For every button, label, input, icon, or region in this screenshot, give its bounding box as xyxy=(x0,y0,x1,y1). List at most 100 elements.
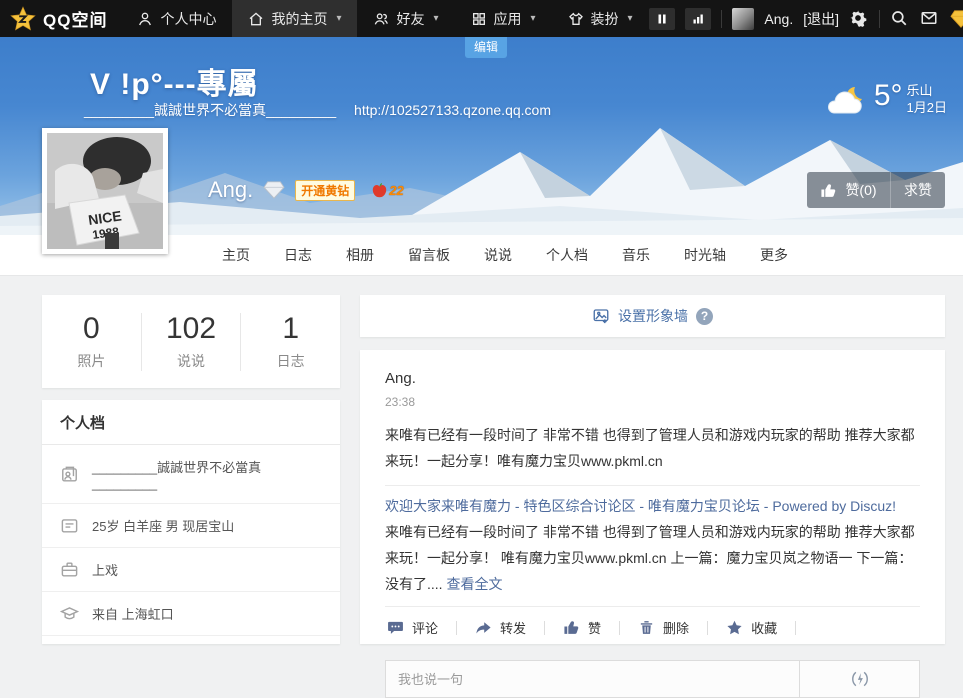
thumb-up-icon xyxy=(563,619,580,636)
brand-text: QQ空间 xyxy=(43,6,107,31)
post-action-bar: 评论 转发 赞 删除 收藏 xyxy=(385,606,920,648)
open-yellow-diamond-button[interactable]: 开通黄钻 xyxy=(295,180,355,201)
trash-icon xyxy=(638,619,655,636)
set-image-wall-button[interactable]: 设置形象墙 xyxy=(592,306,688,326)
nav-my-homepage[interactable]: 我的主页 ▾ xyxy=(232,0,357,37)
search-icon xyxy=(890,9,908,27)
topbar-user-name[interactable]: Ang. xyxy=(764,11,793,27)
action-label: 转发 xyxy=(500,618,526,637)
space-title: V !p°---專屬 xyxy=(90,59,259,103)
level-badge[interactable]: 22 xyxy=(371,182,403,199)
delete-post-button[interactable]: 删除 xyxy=(636,618,691,637)
grid-icon xyxy=(471,11,487,27)
nav-label: 好友 xyxy=(396,9,424,29)
mail-icon xyxy=(920,9,938,27)
stats-panel: 0 照片 102 说说 1 日志 xyxy=(42,295,340,388)
post-shared-link[interactable]: 欢迎大家来唯有魔力 - 特色区综合讨论区 - 唯有魔力宝贝论坛 - Powere… xyxy=(385,493,920,519)
action-label: 赞 xyxy=(588,618,601,637)
weather-widget[interactable]: 5° 乐山 1月2日 xyxy=(822,79,947,119)
like-post-button[interactable]: 赞 xyxy=(561,618,603,637)
tab-blog[interactable]: 日志 xyxy=(267,235,329,275)
bar-chart-icon xyxy=(692,13,704,25)
person-card-icon xyxy=(60,465,79,484)
profile-photo[interactable]: NICE 1988 xyxy=(42,128,168,254)
music-pause-button[interactable] xyxy=(649,8,675,30)
quick-comment-button[interactable] xyxy=(799,661,919,697)
chevron-down-icon: ▾ xyxy=(336,13,341,24)
tab-shuoshuo[interactable]: 说说 xyxy=(467,235,529,275)
stat-label: 日志 xyxy=(241,351,340,371)
owner-nickname: Ang. xyxy=(208,177,253,203)
post-author[interactable]: Ang. xyxy=(385,370,920,387)
stat-blogs[interactable]: 1 日志 xyxy=(241,313,340,371)
ask-like-button[interactable]: 求赞 xyxy=(891,172,945,208)
tab-more[interactable]: 更多 xyxy=(743,235,805,275)
like-button[interactable]: 赞(0) xyxy=(807,172,891,208)
people-icon xyxy=(373,11,389,27)
post-timestamp: 23:38 xyxy=(385,395,920,409)
comment-input-box xyxy=(385,660,920,698)
favorite-post-button[interactable]: 收藏 xyxy=(724,618,779,637)
divider xyxy=(456,621,457,635)
weather-info: 乐山 1月2日 xyxy=(907,82,947,116)
settings-button[interactable] xyxy=(849,9,869,29)
profile-item-text: 上戏 xyxy=(92,560,118,579)
profile-item-work: 上戏 xyxy=(42,548,340,592)
topbar-right: Ang. [退出] xyxy=(649,0,963,37)
profile-item-text: 来自 上海虹口 xyxy=(92,604,174,623)
weather-city: 乐山 xyxy=(907,82,947,99)
help-question-icon[interactable]: ? xyxy=(696,308,713,325)
comment-button[interactable]: 评论 xyxy=(385,618,440,637)
topbar-avatar[interactable] xyxy=(732,8,754,30)
read-full-link[interactable]: 查看全文 xyxy=(446,576,502,592)
weather-temp: 5° xyxy=(874,79,903,113)
profile-item-text: _________誠誠世界不必當真_________ xyxy=(92,457,322,491)
qzone-logo[interactable]: QQ空间 xyxy=(0,0,121,37)
pause-icon xyxy=(656,13,668,25)
tab-home[interactable]: 主页 xyxy=(205,235,267,275)
chevron-down-icon: ▾ xyxy=(433,13,438,24)
ask-like-label: 求赞 xyxy=(904,180,932,200)
stat-label: 说说 xyxy=(142,351,241,371)
image-plus-icon xyxy=(592,307,610,325)
star-icon xyxy=(726,619,743,636)
tab-albums[interactable]: 相册 xyxy=(329,235,391,275)
profile-item-blood-type: 血型 O xyxy=(42,636,340,644)
divider xyxy=(879,10,880,28)
owner-row: Ang. 开通黄钻 22 xyxy=(208,177,404,203)
level-number: 22 xyxy=(389,183,403,198)
search-button[interactable] xyxy=(890,9,910,29)
yellow-diamond-icon[interactable] xyxy=(950,9,963,29)
space-subtitle: _________誠誠世界不必當真_________ http://102527… xyxy=(84,100,551,120)
tab-personal-profile[interactable]: 个人档 xyxy=(529,235,605,275)
like-button-group: 赞(0) 求赞 xyxy=(807,172,945,208)
profile-item-hometown: 来自 上海虹口 xyxy=(42,592,340,636)
apple-icon xyxy=(371,182,388,199)
tab-message-board[interactable]: 留言板 xyxy=(391,235,467,275)
divider xyxy=(544,621,545,635)
share-button[interactable]: 转发 xyxy=(473,618,528,637)
action-label: 删除 xyxy=(663,618,689,637)
image-wall-panel: 设置形象墙 ? xyxy=(360,295,945,337)
nav-friends[interactable]: 好友 ▾ xyxy=(357,0,454,37)
divider xyxy=(707,621,708,635)
visitor-stats-button[interactable] xyxy=(685,8,711,30)
tab-timeline[interactable]: 时光轴 xyxy=(667,235,743,275)
stat-label: 照片 xyxy=(42,351,141,371)
nav-decorate[interactable]: 装扮 ▾ xyxy=(552,0,649,37)
stat-value: 102 xyxy=(142,313,241,345)
set-image-wall-label: 设置形象墙 xyxy=(618,306,688,326)
nav-apps[interactable]: 应用 ▾ xyxy=(455,0,552,37)
stat-photos[interactable]: 0 照片 xyxy=(42,313,141,371)
logout-link[interactable]: [退出] xyxy=(803,9,839,29)
id-card-icon xyxy=(60,516,79,535)
thumb-up-icon xyxy=(820,182,837,199)
comment-icon xyxy=(387,619,404,636)
edit-cover-button[interactable]: 编辑 xyxy=(465,37,507,58)
action-label: 评论 xyxy=(412,618,438,637)
nav-personal-center[interactable]: 个人中心 xyxy=(121,0,232,37)
mail-button[interactable] xyxy=(920,9,940,29)
comment-input[interactable] xyxy=(386,661,799,697)
stat-shuoshuo[interactable]: 102 说说 xyxy=(142,313,241,371)
tab-music[interactable]: 音乐 xyxy=(605,235,667,275)
